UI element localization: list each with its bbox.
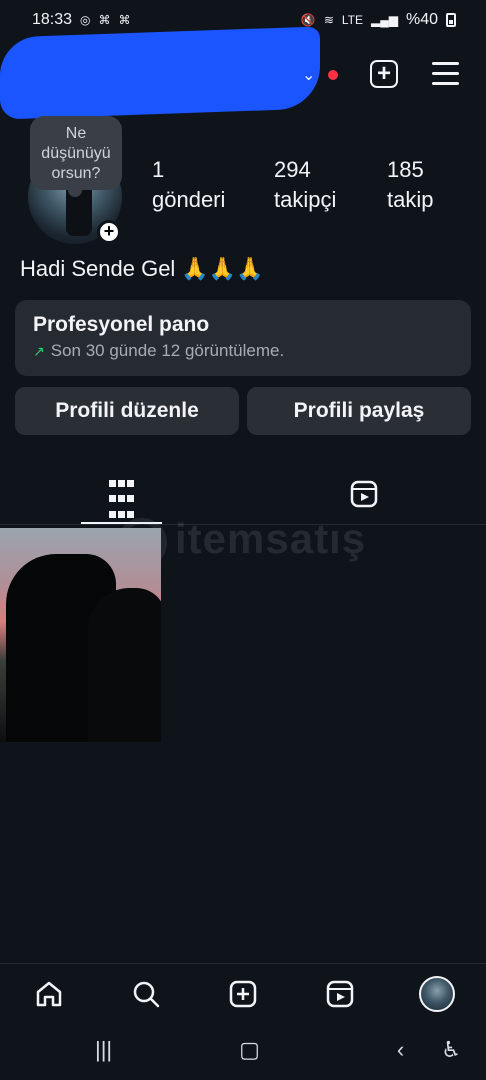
mute-icon: 🔇: [300, 13, 316, 27]
reels-icon[interactable]: [320, 974, 360, 1014]
profile-header: ⌄ +: [0, 26, 486, 120]
chevron-down-icon[interactable]: ⌄: [302, 65, 315, 85]
battery-icon: [446, 13, 456, 27]
following-count: 185: [387, 157, 424, 182]
grid-icon: [109, 480, 134, 524]
share-profile-button[interactable]: Profili paylaş: [247, 387, 471, 435]
reels-icon: [350, 480, 378, 508]
bottom-navigation: [0, 963, 486, 1023]
watermark-text: itemsatış: [175, 515, 367, 562]
status-right: 🔇 ≋ LTE ▂▄▆ %40: [301, 11, 456, 29]
trend-up-icon: ↗: [33, 343, 45, 359]
signal-icon: ▂▄▆: [371, 13, 398, 27]
dashboard-title: Profesyonel pano: [33, 313, 210, 336]
tab-grid[interactable]: [81, 470, 162, 524]
create-button[interactable]: +: [370, 60, 398, 88]
dashboard-subtitle-row: ↗ Son 30 günde 12 görüntüleme.: [33, 338, 453, 364]
posts-stat[interactable]: 1 gönderi: [152, 155, 225, 215]
post-thumbnail[interactable]: [0, 528, 161, 742]
redacted-username: [0, 26, 320, 120]
add-story-icon[interactable]: +: [97, 220, 121, 244]
recent-apps-icon[interactable]: |||: [95, 1037, 112, 1063]
bio-text: Hadi Sende Gel 🙏🙏🙏: [20, 256, 264, 281]
network-label: LTE: [341, 13, 363, 27]
notification-dot: [328, 70, 338, 80]
discord-icon: ⌘: [118, 13, 131, 27]
posts-label: gönderi: [152, 187, 226, 212]
battery-percent: %40: [405, 11, 438, 28]
system-navigation-bar: ||| ▢ ‹ ♿: [0, 1028, 486, 1072]
professional-dashboard[interactable]: Profesyonel pano ↗ Son 30 günde 12 görün…: [15, 300, 471, 376]
nav-avatar-image: [419, 975, 456, 1012]
home-button-icon[interactable]: ▢: [239, 1037, 260, 1063]
profile-avatar[interactable]: [417, 974, 457, 1014]
post-silhouette: [88, 588, 161, 742]
search-icon[interactable]: [126, 974, 166, 1014]
profile-actions: Profili düzenle Profili paylaş: [15, 387, 471, 435]
followers-count: 294: [274, 157, 311, 182]
wifi-icon: ≋: [323, 13, 334, 27]
status-left: 18:33 ◎ ⌘ ⌘: [32, 11, 131, 29]
discord-icon: ⌘: [98, 13, 111, 27]
note-bubble[interactable]: Ne düşünüyü orsun?: [30, 116, 122, 197]
hamburger-menu-icon[interactable]: [432, 62, 459, 86]
following-stat[interactable]: 185 takip: [387, 155, 433, 215]
accessibility-icon[interactable]: ♿: [441, 1037, 461, 1063]
profile-stats: 1 gönderi 294 takipçi 185 takip: [152, 155, 472, 215]
status-time: 18:33: [32, 11, 73, 28]
instagram-icon: ◎: [80, 13, 91, 27]
dashboard-subtitle: Son 30 günde 12 görüntüleme.: [50, 341, 285, 360]
home-icon[interactable]: [29, 974, 69, 1014]
create-icon[interactable]: [223, 974, 263, 1014]
edit-profile-button[interactable]: Profili düzenle: [15, 387, 239, 435]
following-label: takip: [387, 187, 434, 212]
posts-count: 1: [152, 157, 165, 182]
back-icon[interactable]: ‹: [397, 1037, 404, 1063]
followers-stat[interactable]: 294 takipçi: [274, 155, 336, 215]
followers-label: takipçi: [274, 187, 337, 212]
